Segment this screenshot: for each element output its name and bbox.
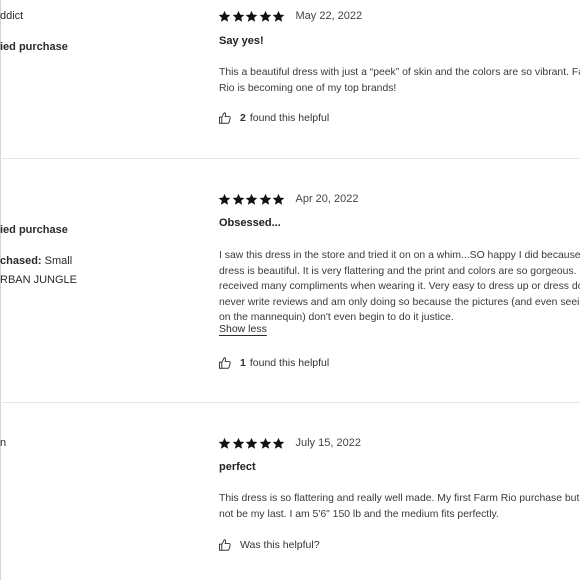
review-divider <box>0 158 580 159</box>
review-body: This a beautiful dress with just a “peek… <box>219 65 580 96</box>
helpful-button[interactable]: Was this helpful? <box>218 538 320 552</box>
helpful-count: 2 <box>240 112 246 124</box>
star-icon <box>272 10 285 23</box>
star-icon <box>259 437 272 450</box>
helpful-button[interactable]: 1 found this helpful <box>218 356 329 370</box>
review-body-line: This dress is so flattering and really w… <box>219 493 580 504</box>
star-icon <box>272 193 285 206</box>
thumbs-up-icon <box>218 539 231 551</box>
review-body-line: on the mannequin) don't even begin to do… <box>219 312 454 323</box>
star-icon <box>245 193 258 206</box>
review-body-line: This a beautiful dress with just a “peek… <box>219 67 580 78</box>
review-title: perfect <box>219 461 256 473</box>
show-less-link[interactable]: Show less <box>219 323 267 335</box>
star-icon <box>232 437 245 450</box>
star-icon <box>245 437 258 450</box>
page-left-border <box>0 0 1 580</box>
star-icon <box>245 10 258 23</box>
star-icon <box>259 193 272 206</box>
review-body-line: received many compliments when wearing i… <box>219 281 580 292</box>
thumbs-up-icon <box>218 357 231 369</box>
review-body-line: dress is beautiful. It is very flatterin… <box>219 265 580 277</box>
review-body-line: never write reviews and am only doing so… <box>219 296 580 308</box>
size-purchased-label: chased: <box>0 255 42 267</box>
review-body-line: Rio is becoming one of my top brands! <box>219 82 397 94</box>
star-rating <box>218 10 286 23</box>
verified-purchase-label: ied purchase <box>0 41 68 53</box>
review-divider <box>0 402 580 403</box>
size-purchased: chased: Small <box>0 255 72 267</box>
star-icon <box>218 437 231 450</box>
helpful-label: found this helpful <box>249 112 330 124</box>
review-body: I saw this dress in the store and tried … <box>219 248 580 326</box>
helpful-count: 1 <box>240 357 246 369</box>
star-rating <box>218 437 286 450</box>
review-meta: July 15, 2022 <box>218 435 361 451</box>
color-purchased-value: RBAN JUNGLE <box>0 274 78 286</box>
star-icon <box>232 193 245 206</box>
star-icon <box>259 10 272 23</box>
thumbs-up-icon <box>218 112 231 124</box>
review-meta: Apr 20, 2022 <box>218 191 359 207</box>
helpful-label: Was this helpful? <box>240 539 320 551</box>
reviewer-name: ddict <box>0 10 24 22</box>
star-icon <box>272 437 285 450</box>
review-title: Obsessed... <box>219 217 281 229</box>
review-body-line: I saw this dress in the store and tried … <box>219 250 580 261</box>
review-meta: May 22, 2022 <box>218 8 362 24</box>
review-date: May 22, 2022 <box>295 10 363 22</box>
review-body: This dress is so flattering and really w… <box>219 491 580 522</box>
review-body-line: not be my last. I am 5'6" 150 lb and the… <box>219 508 499 520</box>
star-icon <box>232 10 245 23</box>
star-icon <box>218 193 231 206</box>
size-purchased-value: Small <box>44 255 73 267</box>
verified-purchase-label: ied purchase <box>0 224 68 236</box>
star-rating <box>218 193 286 206</box>
star-icon <box>218 10 231 23</box>
helpful-label: found this helpful <box>249 357 330 369</box>
review-date: July 15, 2022 <box>295 437 361 449</box>
helpful-button[interactable]: 2 found this helpful <box>218 111 329 125</box>
reviewer-name: n <box>0 437 7 449</box>
review-title: Say yes! <box>219 35 264 47</box>
review-date: Apr 20, 2022 <box>295 193 359 205</box>
